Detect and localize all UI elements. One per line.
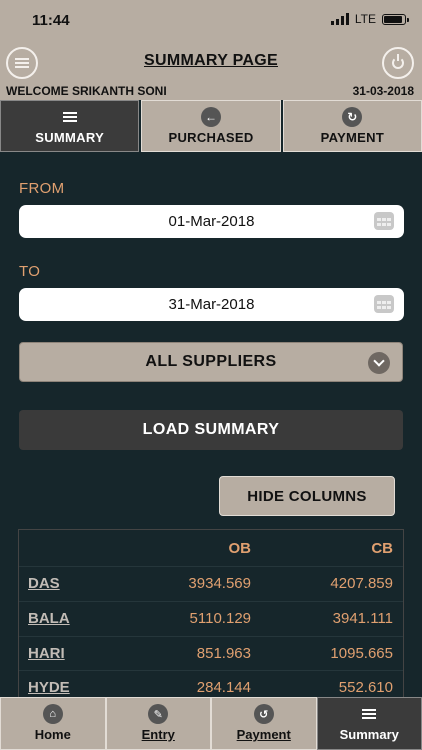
cb-value: 1095.665 bbox=[330, 645, 393, 662]
column-header-cb: CB bbox=[371, 540, 393, 557]
cb-value: 4207.859 bbox=[330, 575, 393, 592]
calendar-icon[interactable] bbox=[374, 212, 394, 230]
from-label: FROM bbox=[19, 180, 65, 197]
tab-label: PURCHASED bbox=[168, 130, 254, 145]
nav-summary[interactable]: Summary bbox=[316, 697, 422, 750]
pencil-icon: ✎ bbox=[148, 704, 169, 724]
table-row: HYDE 284.144 552.610 bbox=[19, 670, 403, 699]
battery-icon bbox=[382, 13, 409, 25]
welcome-text: WELCOME SRIKANTH SONI bbox=[6, 84, 167, 98]
tab-label: PAYMENT bbox=[320, 130, 385, 145]
ob-value: 3934.569 bbox=[188, 575, 251, 592]
top-tabs: SUMMARY ← PURCHASED ↻ PAYMENT bbox=[0, 100, 422, 152]
status-right: LTE bbox=[330, 12, 409, 26]
power-icon bbox=[392, 54, 404, 69]
supplier-link[interactable]: DAS bbox=[28, 575, 60, 592]
to-date-value: 31-Mar-2018 bbox=[168, 296, 255, 313]
column-header-ob: OB bbox=[228, 540, 252, 557]
calendar-icon[interactable] bbox=[374, 295, 394, 313]
app-header: SUMMARY PAGE WELCOME SRIKANTH SONI 31-03… bbox=[0, 40, 422, 100]
tab-label: SUMMARY bbox=[35, 130, 105, 145]
supplier-link[interactable]: HYDE bbox=[28, 679, 70, 696]
tab-summary[interactable]: SUMMARY bbox=[0, 100, 140, 152]
nav-payment[interactable]: ↺ Payment bbox=[211, 697, 317, 750]
nav-entry[interactable]: ✎ Entry bbox=[105, 697, 211, 750]
cb-value: 3941.111 bbox=[332, 610, 393, 627]
table-row: BALA 5110.129 3941.111 bbox=[19, 601, 403, 636]
signal-icon bbox=[330, 13, 349, 25]
hide-columns-button[interactable]: HIDE COLUMNS bbox=[219, 476, 395, 516]
nav-home[interactable]: ⌂ Home bbox=[0, 697, 106, 750]
nav-label: Payment bbox=[236, 727, 291, 742]
tab-payment[interactable]: ↻ PAYMENT bbox=[282, 100, 422, 152]
table-row: DAS 3934.569 4207.859 bbox=[19, 566, 403, 601]
supplier-select-value: ALL SUPPLIERS bbox=[145, 353, 277, 370]
status-bar: 11:44 LTE bbox=[0, 0, 422, 40]
chevron-down-icon bbox=[368, 352, 390, 374]
to-date-field[interactable]: 31-Mar-2018 bbox=[19, 288, 404, 321]
tab-purchased[interactable]: ← PURCHASED bbox=[141, 100, 281, 152]
logout-button[interactable] bbox=[382, 47, 414, 79]
from-date-value: 01-Mar-2018 bbox=[168, 213, 255, 230]
load-summary-button[interactable]: LOAD SUMMARY bbox=[19, 410, 403, 450]
ob-value: 5110.129 bbox=[189, 610, 251, 627]
undo-icon: ↺ bbox=[253, 704, 274, 724]
header-date: 31-03-2018 bbox=[352, 84, 414, 98]
cb-value: 552.610 bbox=[338, 679, 393, 696]
nav-label: Home bbox=[34, 727, 71, 742]
to-label: TO bbox=[19, 263, 41, 280]
menu-icon bbox=[359, 704, 379, 724]
summary-table: OB CB DAS 3934.569 4207.859 BALA 5110.12… bbox=[18, 529, 404, 699]
redo-icon: ↻ bbox=[342, 107, 363, 127]
status-time: 11:44 bbox=[32, 12, 70, 29]
home-icon: ⌂ bbox=[42, 704, 63, 724]
arrow-left-icon: ← bbox=[200, 107, 221, 127]
supplier-link[interactable]: HARI bbox=[28, 645, 65, 662]
page-title: SUMMARY PAGE bbox=[144, 52, 278, 69]
table-header-row: OB CB bbox=[19, 530, 403, 566]
ob-value: 851.963 bbox=[196, 645, 251, 662]
table-row: HARI 851.963 1095.665 bbox=[19, 636, 403, 671]
bottom-nav: ⌂ Home ✎ Entry ↺ Payment Summary bbox=[0, 697, 422, 750]
nav-label: Summary bbox=[339, 727, 399, 742]
network-label: LTE bbox=[354, 12, 376, 26]
from-date-field[interactable]: 01-Mar-2018 bbox=[19, 205, 404, 238]
menu-icon bbox=[60, 107, 80, 127]
nav-label: Entry bbox=[141, 727, 175, 742]
supplier-link[interactable]: BALA bbox=[28, 610, 70, 627]
ob-value: 284.144 bbox=[196, 679, 251, 696]
supplier-select[interactable]: ALL SUPPLIERS bbox=[19, 342, 403, 382]
